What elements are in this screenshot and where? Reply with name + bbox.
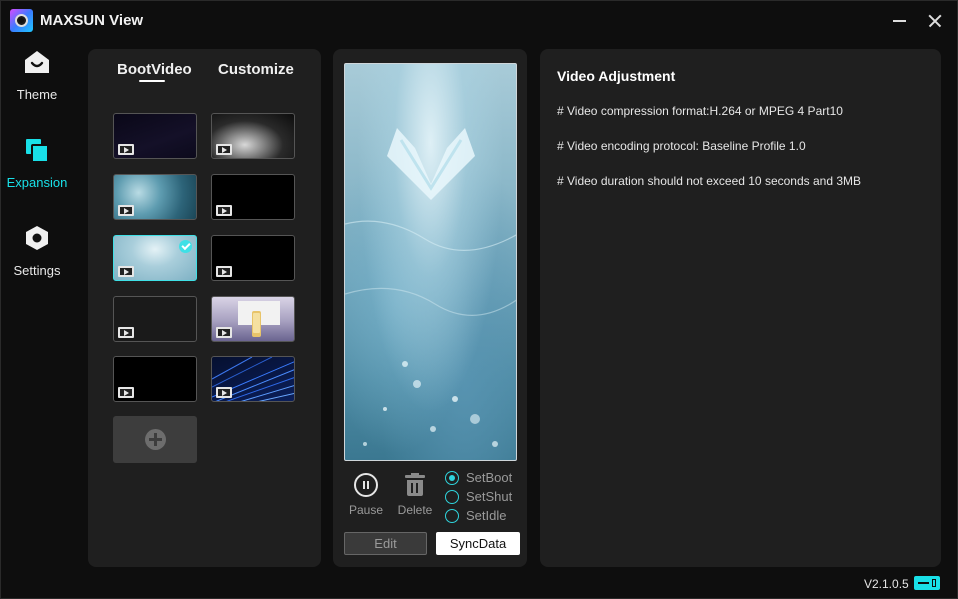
- video-thumbnail-selected[interactable]: [113, 235, 197, 281]
- tab-customize[interactable]: Customize: [218, 61, 294, 78]
- close-icon[interactable]: [923, 9, 947, 33]
- video-thumbnail[interactable]: [113, 296, 197, 342]
- edit-button[interactable]: Edit: [344, 532, 427, 555]
- panel-title: Video Adjustment: [557, 68, 676, 84]
- ice-artwork-image: [345, 128, 516, 447]
- nav-item-theme[interactable]: Theme: [1, 47, 73, 117]
- pause-icon: [354, 473, 378, 497]
- trash-icon: [404, 473, 426, 497]
- video-thumbnail[interactable]: [211, 113, 295, 159]
- delete-label: Delete: [397, 503, 433, 517]
- nav-label-expansion: Expansion: [6, 175, 68, 190]
- nav-item-expansion[interactable]: Expansion: [1, 135, 73, 205]
- video-thumbnail[interactable]: [211, 356, 295, 402]
- radio-indicator: [445, 471, 459, 485]
- video-file-icon: [216, 266, 232, 277]
- video-thumbnail[interactable]: [113, 356, 197, 402]
- radio-label: SetShut: [466, 489, 513, 504]
- video-preview: [344, 63, 517, 461]
- home-icon: [25, 51, 49, 73]
- pause-label: Pause: [348, 503, 384, 517]
- add-circle-icon: [145, 429, 166, 450]
- version-label: V2.1.0.5: [864, 577, 909, 591]
- syncdata-button[interactable]: SyncData: [436, 532, 520, 555]
- info-line-format: # Video compression format:H.264 or MPEG…: [557, 104, 843, 118]
- video-gallery-panel: BootVideo Customize: [88, 49, 321, 567]
- video-file-icon: [216, 144, 232, 155]
- pause-button[interactable]: Pause: [346, 473, 386, 517]
- nav-label-theme: Theme: [16, 87, 58, 102]
- expansion-icon: [26, 139, 49, 163]
- video-file-icon: [216, 205, 232, 216]
- video-adjustment-panel: Video Adjustment # Video compression for…: [540, 49, 941, 567]
- radio-label: SetIdle: [466, 508, 507, 523]
- video-file-icon: [118, 327, 134, 338]
- video-thumbnail[interactable]: [211, 296, 295, 342]
- video-file-icon: [118, 205, 134, 216]
- video-file-icon: [118, 266, 134, 277]
- add-video-button[interactable]: [113, 416, 197, 463]
- video-thumbnail[interactable]: [113, 174, 197, 220]
- preview-panel: Pause Delete SetBoot SetShut SetIdle Edi…: [333, 49, 527, 567]
- usb-connection-icon[interactable]: [914, 576, 940, 590]
- maxsun-logo-icon: [10, 9, 33, 32]
- video-file-icon: [118, 144, 134, 155]
- video-thumbnail[interactable]: [211, 174, 295, 220]
- active-tab-indicator: [139, 80, 165, 82]
- video-file-icon: [118, 387, 134, 398]
- delete-button[interactable]: Delete: [395, 473, 435, 517]
- radio-label: SetBoot: [466, 470, 513, 485]
- video-thumbnail[interactable]: [113, 113, 197, 159]
- tab-bootvideo[interactable]: BootVideo: [117, 61, 192, 78]
- minimize-icon[interactable]: [888, 9, 912, 33]
- video-thumbnail[interactable]: [211, 235, 295, 281]
- nav-item-settings[interactable]: Settings: [1, 223, 73, 293]
- video-file-icon: [216, 387, 232, 398]
- radio-indicator: [445, 509, 459, 523]
- radio-indicator: [445, 490, 459, 504]
- video-file-icon: [216, 327, 232, 338]
- info-line-duration: # Video duration should not exceed 10 se…: [557, 174, 861, 188]
- app-title: MAXSUN View: [40, 12, 144, 29]
- settings-hexagon-icon: [26, 226, 48, 250]
- title-bar: MAXSUN View: [1, 1, 958, 41]
- app-window: MAXSUN View Theme Expansion Settings Boo…: [0, 0, 958, 599]
- nav-label-settings: Settings: [13, 263, 61, 278]
- checkmark-icon: [179, 240, 192, 253]
- info-line-protocol: # Video encoding protocol: Baseline Prof…: [557, 139, 806, 153]
